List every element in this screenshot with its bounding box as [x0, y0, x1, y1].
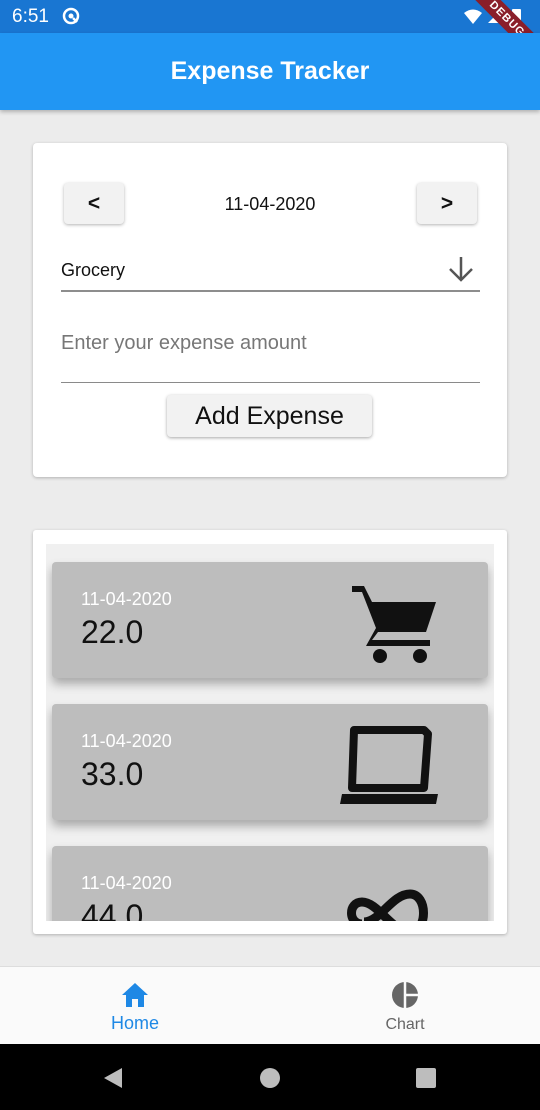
nav-home[interactable]: Home — [0, 967, 270, 1045]
nav-chart[interactable]: Chart — [270, 967, 540, 1045]
expense-amount: 33.0 — [81, 756, 144, 792]
expense-item[interactable]: 11-04-2020 33.0 — [52, 704, 488, 820]
expense-date: 11-04-2020 — [81, 589, 172, 609]
arrow-down-icon — [449, 257, 473, 282]
amount-placeholder: Enter your expense amount — [61, 332, 307, 354]
expense-date: 11-04-2020 — [81, 873, 172, 893]
category-dropdown[interactable]: Grocery — [61, 248, 480, 292]
status-bar: 6:51 DEBUG — [0, 0, 540, 72]
category-value: Grocery — [61, 260, 126, 280]
add-expense-button[interactable]: Add Expense — [167, 395, 372, 437]
expense-date: 11-04-2020 — [81, 731, 172, 751]
back-icon[interactable] — [102, 1067, 124, 1089]
bottom-navigation: Home Chart — [0, 966, 540, 1045]
expense-item[interactable]: 11-04-2020 44.0 — [52, 846, 488, 921]
nav-home-label: Home — [110, 1013, 159, 1033]
status-time: 6:51 — [12, 6, 49, 27]
app-bar: Expense Tracker — [0, 33, 540, 110]
recents-icon[interactable] — [415, 1067, 437, 1089]
shopping-cart-icon — [352, 586, 436, 663]
infinity-icon — [347, 889, 428, 921]
expense-amount: 22.0 — [81, 614, 144, 650]
home-circle-icon[interactable] — [259, 1067, 281, 1089]
expense-list-card: 11-04-2020 22.0 11-04-2020 33.0 11-04-20… — [33, 530, 507, 934]
next-date-button[interactable]: > — [417, 183, 477, 224]
expense-form-card: < 11-04-2020 > Grocery Enter your expens… — [33, 143, 507, 477]
expense-amount-input[interactable]: Enter your expense amount — [61, 318, 480, 383]
expense-item[interactable]: 11-04-2020 22.0 — [52, 562, 488, 678]
notification-icon — [62, 7, 80, 25]
laptop-icon — [340, 726, 438, 804]
home-icon — [122, 983, 148, 1007]
expense-list[interactable]: 11-04-2020 22.0 11-04-2020 33.0 11-04-20… — [46, 544, 494, 921]
system-navigation-bar — [0, 1044, 540, 1110]
nav-chart-label: Chart — [385, 1016, 425, 1033]
expense-amount: 44.0 — [81, 898, 144, 921]
pie-chart-icon — [392, 982, 418, 1008]
app-title: Expense Tracker — [170, 57, 370, 85]
